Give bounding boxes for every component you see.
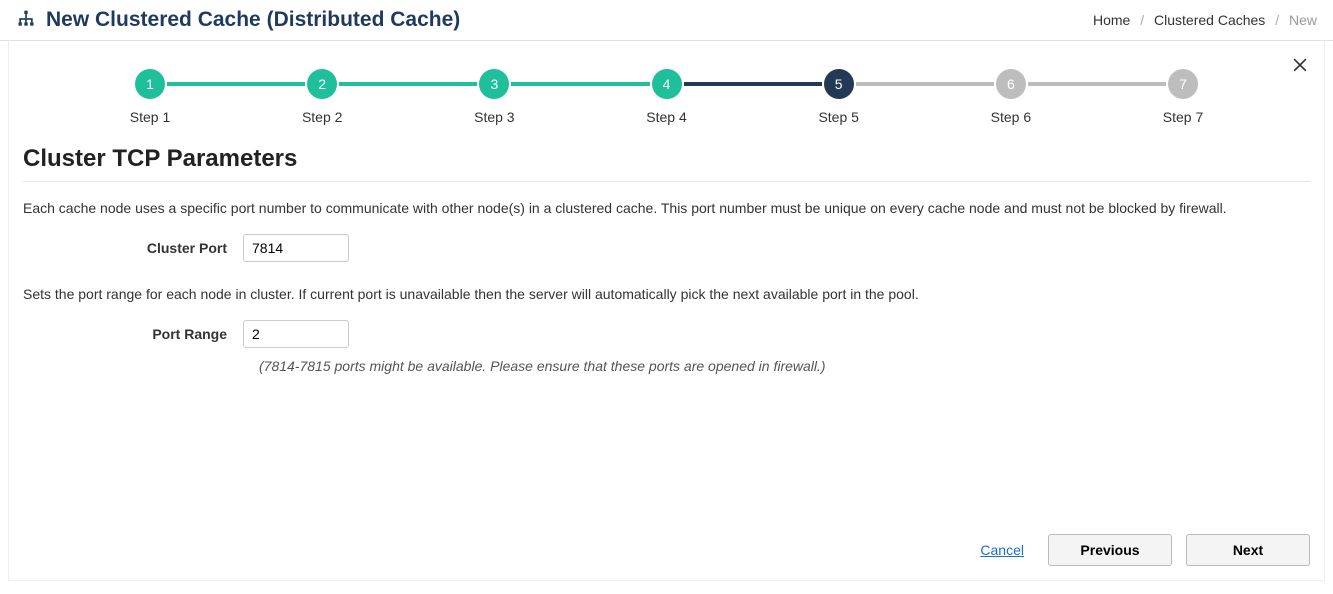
step-label: Step 7 [1163, 109, 1203, 125]
step-connector [856, 82, 994, 86]
step-label: Step 5 [818, 109, 858, 125]
step-label: Step 6 [991, 109, 1031, 125]
next-button[interactable]: Next [1186, 534, 1310, 566]
wizard-container: 1Step 12Step 23Step 34Step 45Step 56Step… [8, 41, 1325, 581]
divider [23, 181, 1310, 182]
step-2[interactable]: 2 Step 2 [305, 69, 339, 125]
step-circle: 3 [479, 69, 509, 99]
step-label: Step 1 [130, 109, 170, 125]
step-circle: 5 [824, 69, 854, 99]
step-3[interactable]: 3 Step 3 [477, 69, 511, 125]
step-label: Step 3 [474, 109, 514, 125]
step-circle: 7 [1168, 69, 1198, 99]
cluster-port-label: Cluster Port [23, 240, 243, 256]
port-range-label: Port Range [23, 326, 243, 342]
previous-button[interactable]: Previous [1048, 534, 1172, 566]
wizard-stepper: 1Step 12Step 23Step 34Step 45Step 56Step… [133, 69, 1200, 125]
step-6[interactable]: 6 Step 6 [994, 69, 1028, 125]
page-title: New Clustered Cache (Distributed Cache) [46, 8, 460, 32]
cluster-port-input[interactable] [243, 234, 349, 262]
sitemap-icon [16, 9, 36, 32]
step-1[interactable]: 1 Step 1 [133, 69, 167, 125]
breadcrumb-caches[interactable]: Clustered Caches [1154, 12, 1265, 28]
step-label: Step 4 [646, 109, 686, 125]
step-label: Step 2 [302, 109, 342, 125]
breadcrumb-home[interactable]: Home [1093, 12, 1130, 28]
close-button[interactable] [1286, 51, 1314, 82]
wizard-footer: Cancel Previous Next [980, 534, 1310, 566]
step-7[interactable]: 7 Step 7 [1166, 69, 1200, 125]
step-circle: 2 [307, 69, 337, 99]
step-connector [167, 82, 305, 86]
step-4[interactable]: 4Step 4 [650, 69, 684, 125]
page-header: New Clustered Cache (Distributed Cache) … [0, 0, 1333, 41]
breadcrumb-current: New [1289, 12, 1317, 28]
cluster-port-description: Each cache node uses a specific port num… [23, 200, 1310, 216]
step-connector [1028, 82, 1166, 86]
step-circle: 6 [996, 69, 1026, 99]
section-title: Cluster TCP Parameters [23, 145, 1310, 173]
cancel-link[interactable]: Cancel [980, 542, 1024, 558]
step-connector [339, 82, 477, 86]
step-connector [684, 82, 822, 86]
step-5[interactable]: 5Step 5 [822, 69, 856, 125]
step-connector [511, 82, 649, 86]
port-range-input[interactable] [243, 320, 349, 348]
port-range-hint: (7814-7815 ports might be available. Ple… [259, 358, 1310, 374]
breadcrumb: Home / Clustered Caches / New [1093, 12, 1317, 28]
step-circle: 4 [652, 69, 682, 99]
port-range-description: Sets the port range for each node in clu… [23, 286, 1310, 302]
step-circle: 1 [135, 69, 165, 99]
